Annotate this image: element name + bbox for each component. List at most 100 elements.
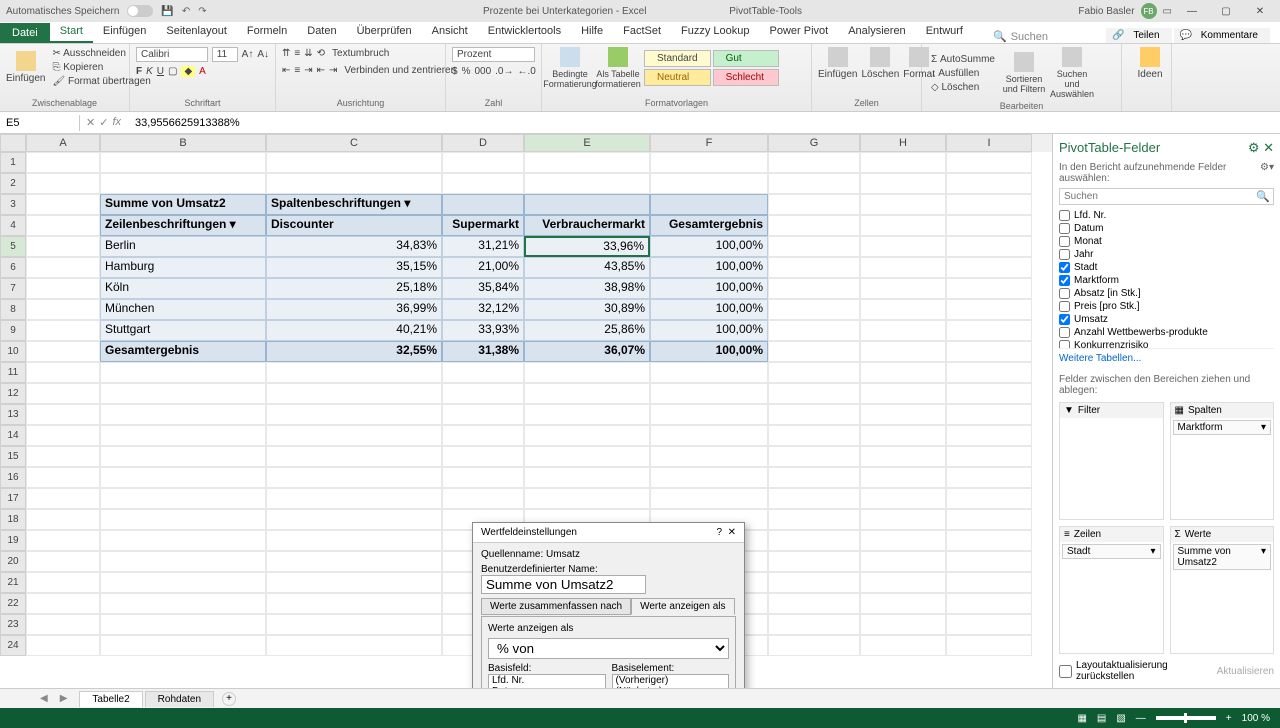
defer-layout-checkbox[interactable] xyxy=(1059,665,1072,678)
row-header[interactable]: 3 xyxy=(0,194,26,215)
row-header[interactable]: 22 xyxy=(0,593,26,614)
cell[interactable] xyxy=(442,425,524,446)
cell[interactable] xyxy=(768,299,860,320)
rows-zone[interactable]: ≡ ZeilenStadt▾ xyxy=(1059,526,1164,655)
ribbon-tab-formeln[interactable]: Formeln xyxy=(237,21,297,43)
dialog-help-icon[interactable]: ? xyxy=(716,527,722,538)
zone-item-stadt[interactable]: Stadt▾ xyxy=(1062,544,1161,559)
cell[interactable] xyxy=(946,341,1032,362)
cell[interactable] xyxy=(860,236,946,257)
cell[interactable] xyxy=(860,635,946,656)
font-name-select[interactable]: Calibri xyxy=(136,47,208,62)
dialog-close-icon[interactable]: ✕ xyxy=(728,527,736,538)
cell[interactable] xyxy=(26,593,100,614)
cell[interactable] xyxy=(100,635,266,656)
cell[interactable] xyxy=(26,257,100,278)
cell[interactable] xyxy=(860,194,946,215)
underline-button[interactable]: U xyxy=(157,66,164,77)
ribbon-tab-überprüfen[interactable]: Überprüfen xyxy=(347,21,422,43)
cell[interactable] xyxy=(266,173,442,194)
cell[interactable] xyxy=(100,173,266,194)
wrap-text-button[interactable]: Textumbruch xyxy=(329,47,392,60)
cell[interactable] xyxy=(266,446,442,467)
cell[interactable] xyxy=(26,425,100,446)
cell[interactable] xyxy=(26,530,100,551)
cell[interactable]: 35,15% xyxy=(266,257,442,278)
cell[interactable] xyxy=(946,236,1032,257)
ribbon-tab-hilfe[interactable]: Hilfe xyxy=(571,21,613,43)
cell[interactable] xyxy=(946,614,1032,635)
cell[interactable] xyxy=(26,320,100,341)
cell[interactable] xyxy=(26,488,100,509)
cell[interactable] xyxy=(946,593,1032,614)
border-button[interactable]: ▢ xyxy=(168,66,177,77)
cell[interactable] xyxy=(26,362,100,383)
cell[interactable] xyxy=(524,173,650,194)
enter-formula-icon[interactable]: ✓ xyxy=(99,116,108,129)
cell[interactable] xyxy=(442,152,524,173)
cell[interactable] xyxy=(100,425,266,446)
bold-button[interactable]: F xyxy=(136,66,142,77)
cell[interactable] xyxy=(946,635,1032,656)
cell[interactable] xyxy=(946,551,1032,572)
ribbon-mode-icon[interactable]: ▭ xyxy=(1163,6,1172,17)
italic-button[interactable]: K xyxy=(146,66,153,77)
ribbon-tab-fuzzy lookup[interactable]: Fuzzy Lookup xyxy=(671,21,759,43)
cell[interactable]: 25,86% xyxy=(524,320,650,341)
merge-center-button[interactable]: Verbinden und zentrieren xyxy=(341,64,459,77)
row-header[interactable]: 16 xyxy=(0,467,26,488)
cell[interactable]: Supermarkt xyxy=(442,215,524,236)
row-header[interactable]: 20 xyxy=(0,551,26,572)
align-bottom-icon[interactable]: ⇊ xyxy=(304,48,312,59)
field-list[interactable]: Lfd. Nr. Datum Monat Jahr Stadt Marktfor… xyxy=(1059,209,1274,349)
row-header[interactable]: 12 xyxy=(0,383,26,404)
cell[interactable] xyxy=(768,362,860,383)
cell[interactable] xyxy=(946,530,1032,551)
select-all-corner[interactable] xyxy=(0,134,26,152)
list-item[interactable]: Datum xyxy=(489,686,605,688)
cell[interactable] xyxy=(768,551,860,572)
cell[interactable] xyxy=(266,383,442,404)
zone-item-umsatz[interactable]: Summe von Umsatz2▾ xyxy=(1173,544,1272,570)
row-header[interactable]: 11 xyxy=(0,362,26,383)
zone-item-marktform[interactable]: Marktform▾ xyxy=(1173,420,1272,435)
cell[interactable] xyxy=(100,614,266,635)
cell-style-gut[interactable]: Gut xyxy=(713,50,780,67)
field-item[interactable]: Stadt xyxy=(1059,261,1274,274)
row-header[interactable]: 9 xyxy=(0,320,26,341)
cell[interactable]: Hamburg xyxy=(100,257,266,278)
cell[interactable] xyxy=(100,530,266,551)
row-header[interactable]: 13 xyxy=(0,404,26,425)
cell[interactable]: Berlin xyxy=(100,236,266,257)
cell[interactable] xyxy=(266,425,442,446)
cell[interactable] xyxy=(860,362,946,383)
col-header-c[interactable]: C xyxy=(266,134,442,152)
cell[interactable] xyxy=(266,530,442,551)
cell[interactable]: Stuttgart xyxy=(100,320,266,341)
cell[interactable] xyxy=(26,278,100,299)
cell[interactable] xyxy=(266,572,442,593)
cell[interactable]: München xyxy=(100,299,266,320)
cell[interactable] xyxy=(860,572,946,593)
cell[interactable]: Summe von Umsatz2 xyxy=(100,194,266,215)
cell[interactable] xyxy=(100,383,266,404)
cell[interactable] xyxy=(768,278,860,299)
cell[interactable]: 100,00% xyxy=(650,320,768,341)
row-header[interactable]: 6 xyxy=(0,257,26,278)
cell[interactable] xyxy=(946,488,1032,509)
cell[interactable] xyxy=(946,446,1032,467)
cell[interactable] xyxy=(946,152,1032,173)
font-size-select[interactable]: 11 xyxy=(212,47,238,62)
currency-icon[interactable]: $ xyxy=(452,66,458,77)
cell[interactable]: Köln xyxy=(100,278,266,299)
view-normal-icon[interactable]: ▦ xyxy=(1077,713,1086,724)
align-center-icon[interactable]: ≡ xyxy=(294,65,300,76)
cell[interactable] xyxy=(442,194,524,215)
cell[interactable]: 25,18% xyxy=(266,278,442,299)
pane-tools-icon[interactable]: ⚙▾ xyxy=(1260,162,1274,184)
ideas-button[interactable]: Ideen xyxy=(1128,47,1172,80)
decimal-dec-icon[interactable]: ←.0 xyxy=(518,66,536,77)
undo-icon[interactable]: ↶ xyxy=(182,6,190,17)
cell[interactable] xyxy=(442,446,524,467)
row-header[interactable]: 10 xyxy=(0,341,26,362)
